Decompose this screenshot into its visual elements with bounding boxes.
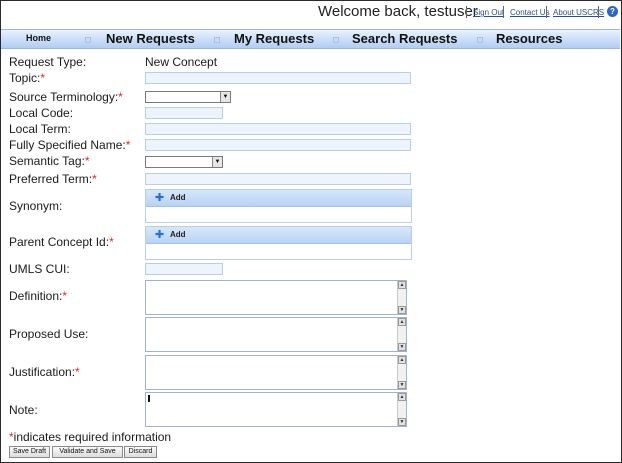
divider — [503, 6, 504, 18]
sign-out-link[interactable]: Sign Out — [473, 8, 504, 17]
scroll-up-icon[interactable]: ▲ — [398, 281, 406, 289]
divider — [546, 6, 547, 18]
local-term-input[interactable] — [145, 123, 411, 135]
topic-input[interactable] — [145, 72, 411, 84]
required-marker: * — [75, 365, 80, 379]
text-cursor — [148, 395, 150, 402]
validate-and-save-button[interactable]: Validate and Save — [52, 446, 123, 458]
required-footnote: *indicates required information — [9, 430, 172, 444]
parent-concept-grid-toolbar: ✚ Add — [146, 227, 411, 244]
save-draft-button[interactable]: Save Draft — [9, 446, 50, 458]
add-parent-concept-button[interactable]: Add — [170, 230, 186, 239]
chevron-down-icon[interactable]: ▼ — [212, 157, 222, 167]
nav-bullet-icon — [85, 37, 91, 43]
umls-cui-label: UMLS CUI: — [9, 262, 70, 276]
synonym-label: Synonym: — [9, 199, 63, 213]
help-icon[interactable]: ? — [607, 6, 618, 17]
contact-us-link[interactable]: Contact Us — [510, 8, 550, 17]
request-type-value: New Concept — [145, 55, 218, 69]
semantic-tag-select[interactable]: ▼ — [145, 156, 223, 168]
nav-bullet-icon — [214, 37, 220, 43]
nav-search-requests[interactable]: Search Requests — [352, 31, 458, 46]
main-nav: Home New Requests My Requests Search Req… — [1, 29, 620, 49]
add-synonym-button[interactable]: Add — [170, 193, 186, 202]
fsn-label: Fully Specified Name:* — [9, 138, 131, 152]
topic-label: Topic:* — [9, 71, 46, 85]
fsn-input[interactable] — [145, 139, 411, 151]
required-marker: * — [92, 172, 97, 186]
discard-button[interactable]: Discard — [124, 446, 157, 458]
proposed-use-textarea[interactable]: ▲ ▼ — [145, 317, 407, 352]
divider — [466, 6, 467, 18]
semantic-tag-label: Semantic Tag:* — [9, 154, 90, 168]
synonym-grid: ✚ Add — [145, 189, 412, 223]
note-textarea[interactable]: ▲ ▼ — [145, 392, 407, 427]
justification-textarea[interactable]: ▲ ▼ — [145, 355, 407, 390]
scroll-down-icon[interactable]: ▼ — [398, 381, 406, 389]
divider — [598, 6, 599, 18]
scroll-up-icon[interactable]: ▲ — [398, 356, 406, 364]
required-marker: * — [125, 138, 131, 152]
scroll-down-icon[interactable]: ▼ — [398, 418, 406, 426]
top-bar: Welcome back, testuser Sign Out Contact … — [0, 0, 622, 26]
umls-cui-input[interactable] — [145, 263, 223, 275]
scrollbar[interactable]: ▲ ▼ — [397, 281, 406, 314]
parent-concept-label: Parent Concept Id:* — [9, 235, 114, 249]
scrollbar[interactable]: ▲ ▼ — [397, 356, 406, 389]
required-marker: * — [40, 71, 46, 85]
nav-resources[interactable]: Resources — [496, 31, 562, 46]
definition-label: Definition:* — [9, 289, 68, 303]
nav-bullet-icon — [333, 37, 339, 43]
justification-label: Justification:* — [9, 365, 80, 379]
request-type-label: Request Type: — [9, 55, 87, 69]
required-marker: * — [62, 289, 68, 303]
preferred-term-label: Preferred Term:* — [9, 172, 97, 186]
nav-new-requests[interactable]: New Requests — [106, 31, 195, 46]
plus-icon[interactable]: ✚ — [155, 228, 164, 241]
scrollbar[interactable]: ▲ ▼ — [397, 318, 406, 351]
preferred-term-input[interactable] — [145, 173, 411, 185]
required-marker: * — [118, 90, 123, 104]
scrollbar[interactable]: ▲ ▼ — [397, 393, 406, 426]
scroll-up-icon[interactable]: ▲ — [398, 393, 406, 401]
chevron-down-icon[interactable]: ▼ — [220, 92, 230, 102]
proposed-use-label: Proposed Use: — [9, 327, 89, 341]
required-marker: * — [109, 235, 114, 249]
local-code-label: Local Code: — [9, 106, 74, 120]
required-marker: * — [84, 154, 90, 168]
scroll-up-icon[interactable]: ▲ — [398, 318, 406, 326]
source-terminology-select[interactable]: ▼ — [145, 91, 231, 103]
note-label: Note: — [9, 403, 38, 417]
local-code-input[interactable] — [145, 107, 223, 119]
synonym-grid-toolbar: ✚ Add — [146, 190, 411, 207]
scroll-down-icon[interactable]: ▼ — [398, 343, 406, 351]
definition-textarea[interactable]: ▲ ▼ — [145, 280, 407, 315]
scroll-down-icon[interactable]: ▼ — [398, 306, 406, 314]
about-uscrs-link[interactable]: About USCRS — [553, 8, 604, 17]
nav-my-requests[interactable]: My Requests — [234, 31, 314, 46]
local-term-label: Local Term: — [9, 122, 71, 136]
nav-home[interactable]: Home — [26, 33, 51, 43]
parent-concept-grid: ✚ Add — [145, 226, 412, 260]
plus-icon[interactable]: ✚ — [155, 191, 164, 204]
nav-bullet-icon — [477, 37, 483, 43]
source-terminology-label: Source Terminology:* — [9, 90, 123, 104]
welcome-text: Welcome back, testuser — [318, 3, 478, 20]
